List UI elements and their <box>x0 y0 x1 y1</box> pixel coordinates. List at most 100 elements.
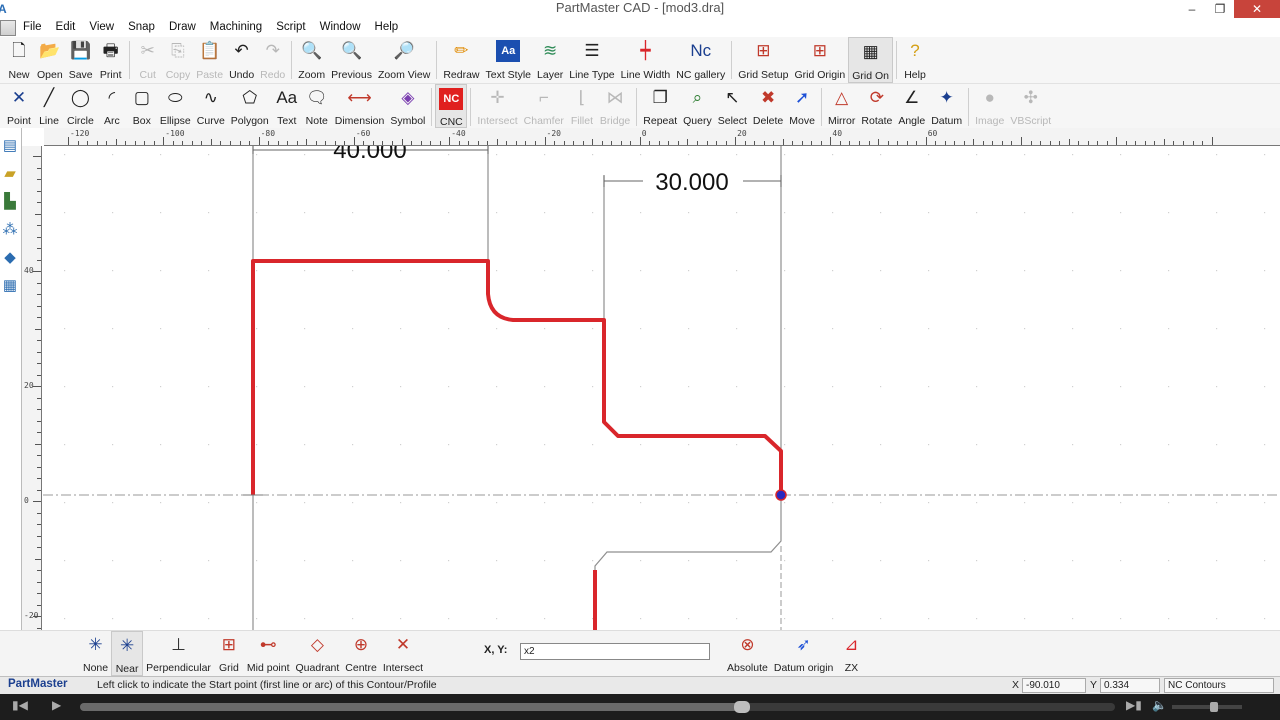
grid-on-icon: ▦ <box>862 42 879 61</box>
tb2-delete-button[interactable]: ✖ Delete <box>750 84 786 128</box>
tb2-mirror-button[interactable]: △ Mirror <box>825 84 858 128</box>
tb1-nc-gallery-button[interactable]: Nc NC gallery <box>673 37 728 83</box>
tb2-bridge-button[interactable]: ⋈ Bridge <box>597 84 633 128</box>
snap-intersect-button[interactable]: ✕ Intersect <box>380 631 426 674</box>
tb2-rotate-button[interactable]: ⟳ Rotate <box>858 84 895 128</box>
tb1-open-button[interactable]: 📂 Open <box>34 37 66 83</box>
tb2-angle-button[interactable]: ∠ Angle <box>895 84 928 128</box>
grid-dot <box>832 270 834 272</box>
player-next-icon[interactable]: ▶▮ <box>1126 698 1142 712</box>
tb1-grid-on-button[interactable]: ▦ Grid On <box>848 37 893 83</box>
datum-zx-button[interactable]: ⊿ ZX <box>836 631 866 674</box>
tb1-grid-origin-button[interactable]: ⊞ Grid Origin <box>791 37 848 83</box>
tb1-line-type-button[interactable]: ☰ Line Type <box>566 37 617 83</box>
tb2-vbscript-button[interactable]: ✣ VBScript <box>1007 84 1054 128</box>
tb2-arc-button[interactable]: ◜ Arc <box>97 84 127 128</box>
tb1-new-button[interactable]: 🗋 New <box>4 37 34 83</box>
tb2-dimension-button[interactable]: ⟷ Dimension <box>332 84 388 128</box>
tb2-cnc-button[interactable]: NC CNC <box>435 84 468 128</box>
menu-edit[interactable]: Edit <box>49 18 83 37</box>
player-volume-track[interactable] <box>1172 705 1242 709</box>
grid-dot <box>640 444 642 446</box>
menu-machining[interactable]: Machining <box>203 18 269 37</box>
player-volume-icon[interactable]: 🔈 <box>1152 698 1167 712</box>
tb2-curve-button[interactable]: ∿ Curve <box>194 84 228 128</box>
player-prev-icon[interactable]: ▮◀ <box>12 698 28 712</box>
coordinate-label: X, Y: <box>484 644 508 656</box>
palette-nodes-icon[interactable]: ⁂ <box>0 218 20 240</box>
tb1-paste-button[interactable]: 📋 Paste <box>193 37 226 83</box>
drawing-canvas[interactable]: 40.000 30.000 <box>43 146 1280 630</box>
player-seek-thumb[interactable] <box>734 701 751 713</box>
window-controls: – ❐ ✕ <box>1178 0 1280 18</box>
tb1-previous-button[interactable]: 🔍 Previous <box>328 37 375 83</box>
datum-absolute-button[interactable]: ⊗ Absolute <box>724 631 771 674</box>
tb2-query-button[interactable]: ⌕ Query <box>680 84 715 128</box>
drawing-svg[interactable]: 40.000 30.000 <box>43 146 1280 630</box>
menu-draw[interactable]: Draw <box>162 18 203 37</box>
tb1-save-button[interactable]: 💾 Save <box>66 37 96 83</box>
palette-chart-icon[interactable]: ▙ <box>0 190 20 212</box>
tb2-intersect-button[interactable]: ✛ Intersect <box>474 84 520 128</box>
menu-file[interactable]: File <box>16 18 49 37</box>
snap-none-button[interactable]: ✳ None <box>80 631 111 674</box>
tb2-point-button[interactable]: ✕ Point <box>4 84 34 128</box>
snap-mid-point-button[interactable]: ⊷ Mid point <box>244 631 293 674</box>
snap-grid-button[interactable]: ⊞ Grid <box>214 631 244 674</box>
palette-folder-icon[interactable]: ▰ <box>0 162 20 184</box>
tb1-redraw-button[interactable]: ✏ Redraw <box>440 37 482 83</box>
tb1-undo-button[interactable]: ↶ Undo <box>226 37 257 83</box>
tb1-line-width-button[interactable]: ┿ Line Width <box>618 37 674 83</box>
datum-datum-origin-button[interactable]: ➶ Datum origin <box>771 631 837 674</box>
tb2-datum-button[interactable]: ✦ Datum <box>928 84 965 128</box>
tb2-circle-button[interactable]: ◯ Circle <box>64 84 97 128</box>
tb2-box-button[interactable]: ▢ Box <box>127 84 157 128</box>
tb2-line-button[interactable]: ╱ Line <box>34 84 64 128</box>
tb2-symbol-button[interactable]: ◈ Symbol <box>387 84 428 128</box>
menu-snap[interactable]: Snap <box>121 18 162 37</box>
grid-dot <box>1264 270 1266 272</box>
tb1-print-button[interactable]: 🖶 Print <box>96 37 126 83</box>
maximize-button[interactable]: ❐ <box>1206 0 1234 18</box>
tb2-text-button[interactable]: Aa Text <box>272 84 302 128</box>
tb1-cut-button[interactable]: ✂ Cut <box>133 37 163 83</box>
coordinate-input[interactable]: x2 <box>520 643 710 660</box>
tb2-fillet-button[interactable]: ⌊ Fillet <box>567 84 597 128</box>
player-volume-thumb[interactable] <box>1210 702 1218 712</box>
tb1-help-button[interactable]: ? Help <box>900 37 930 83</box>
menu-window[interactable]: Window <box>313 18 368 37</box>
menu-script[interactable]: Script <box>269 18 312 37</box>
snap-quadrant-button[interactable]: ◇ Quadrant <box>293 631 343 674</box>
palette-datum-icon[interactable]: ◆ <box>0 246 20 268</box>
player-seek-track[interactable] <box>80 701 1115 713</box>
tb2-select-button[interactable]: ↖ Select <box>715 84 750 128</box>
close-button[interactable]: ✕ <box>1234 0 1280 18</box>
tb2-image-button[interactable]: ● Image <box>972 84 1007 128</box>
snap-near-button[interactable]: ✳ Near <box>111 631 144 676</box>
tb1-grid-setup-button[interactable]: ⊞ Grid Setup <box>735 37 791 83</box>
palette-layers-icon[interactable]: ▤ <box>0 134 20 156</box>
tb2-move-button[interactable]: ➚ Move <box>786 84 818 128</box>
player-play-icon[interactable]: ▶ <box>52 698 61 712</box>
minimize-button[interactable]: – <box>1178 0 1206 18</box>
tb1-text-style-button[interactable]: Aa Text Style <box>483 37 535 83</box>
tb2-ellipse-button[interactable]: ⬭ Ellipse <box>157 84 194 128</box>
tb2-repeat-button[interactable]: ❐ Repeat <box>640 84 680 128</box>
tb1-zoom-view-button[interactable]: 🔎 Zoom View <box>375 37 433 83</box>
document-icon[interactable] <box>0 19 16 36</box>
snap-centre-button[interactable]: ⊕ Centre <box>342 631 380 674</box>
menu-help[interactable]: Help <box>368 18 406 37</box>
ruler-tick <box>515 141 517 145</box>
tb1-zoom-button[interactable]: 🔍 Zoom <box>295 37 328 83</box>
grid-dot <box>496 270 498 272</box>
menu-view[interactable]: View <box>82 18 121 37</box>
tb1-copy-button[interactable]: ⎘ Copy <box>163 37 194 83</box>
tb1-redo-button[interactable]: ↷ Redo <box>257 37 288 83</box>
snap-perpendicular-button[interactable]: ⊥ Perpendicular <box>143 631 214 674</box>
palette-table-icon[interactable]: ▦ <box>0 274 20 296</box>
tb2-chamfer-button[interactable]: ⌐ Chamfer <box>521 84 567 128</box>
tb2-note-button[interactable]: 🗨 Note <box>302 84 332 128</box>
tb2-polygon-button[interactable]: ⬠ Polygon <box>228 84 272 128</box>
tb1-layer-button[interactable]: ≋ Layer <box>534 37 566 83</box>
open-folder-icon: 📂 <box>39 41 61 60</box>
